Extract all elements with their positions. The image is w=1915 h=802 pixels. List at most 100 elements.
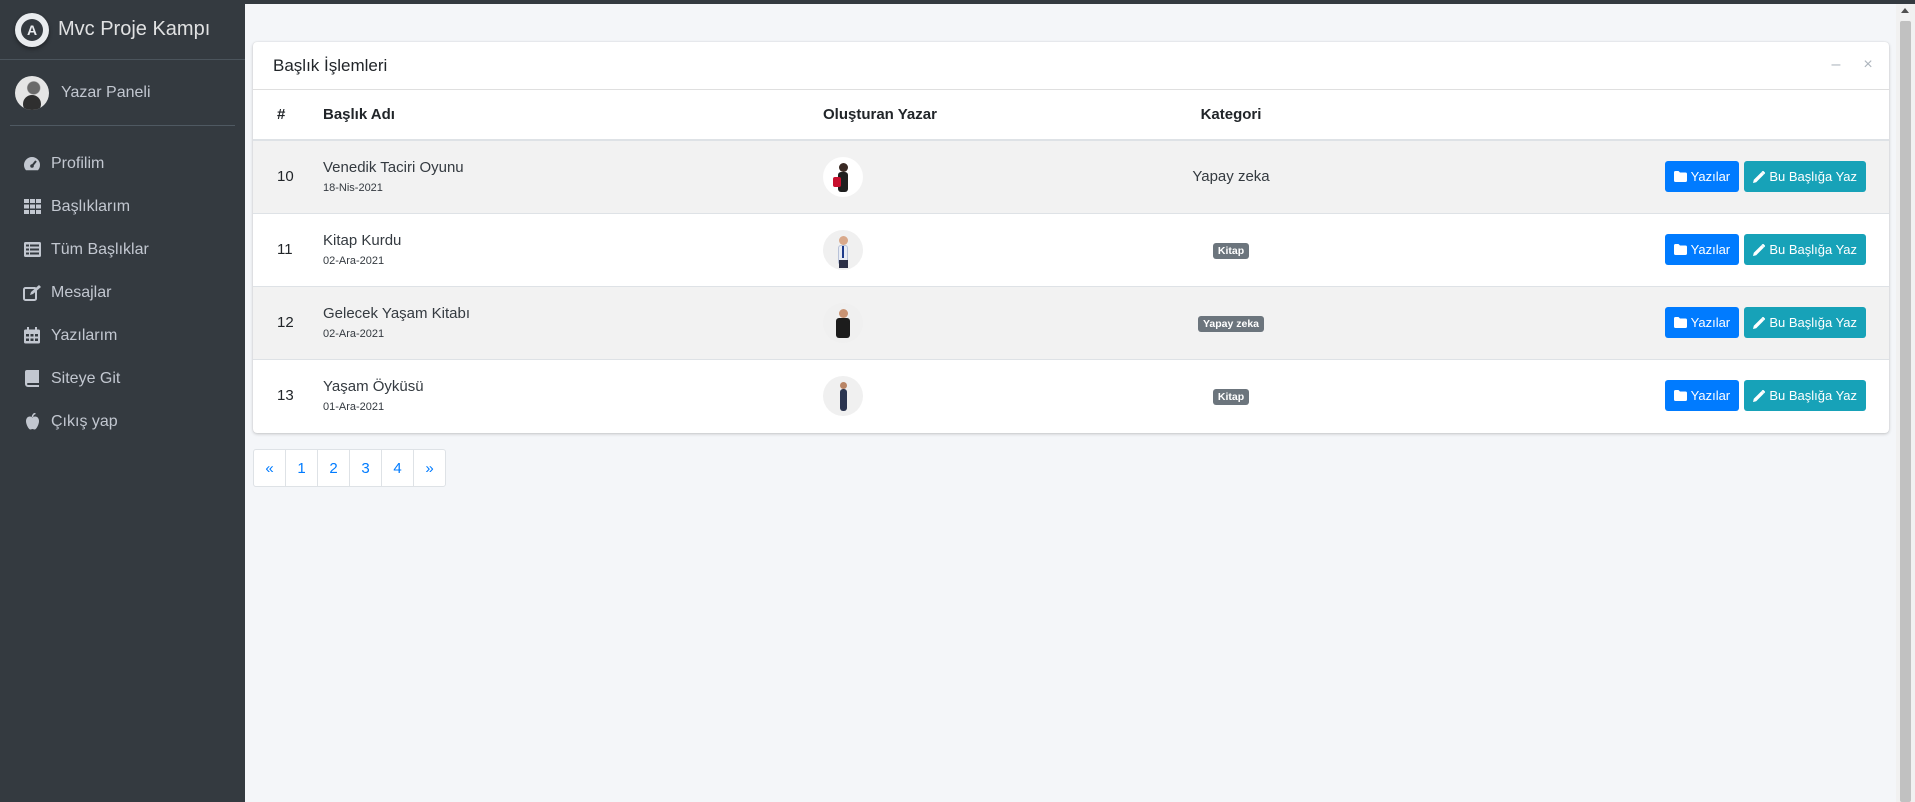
folder-icon <box>1673 244 1687 255</box>
edit-icon <box>22 284 42 302</box>
sidebar-item-profilim[interactable]: Profilim <box>8 142 237 185</box>
brand-logo-icon: A <box>15 12 49 47</box>
table-row: 12 Gelecek Yaşam Kitabı 02-Ara-2021 Yapa… <box>253 285 1889 359</box>
posts-button-label: Yazılar <box>1690 315 1731 330</box>
user-panel[interactable]: Yazar Paneli <box>10 60 235 126</box>
heading-title: Gelecek Yaşam Kitabı <box>323 305 471 322</box>
category-badge: Kitap <box>1212 242 1250 259</box>
heading-date: 02-Ara-2021 <box>323 255 385 267</box>
author-avatar <box>823 229 863 270</box>
pagination-prev[interactable]: « <box>253 449 286 487</box>
pagination-page-4[interactable]: 4 <box>381 449 414 487</box>
row-id: 12 <box>253 285 311 359</box>
pagination-page-2[interactable]: 2 <box>317 449 350 487</box>
top-border <box>0 0 1915 4</box>
heading-date: 18-Nis-2021 <box>323 182 383 195</box>
user-name: Yazar Paneli <box>61 83 151 101</box>
posts-button-label: Yazılar <box>1690 388 1731 404</box>
pagination: « 1 2 3 4 » <box>253 449 446 487</box>
pencil-icon <box>1753 243 1766 256</box>
write-button-label: Bu Başlığa Yaz <box>1769 169 1857 185</box>
posts-button[interactable]: Yazılar <box>1664 380 1740 412</box>
write-button-label: Bu Başlığa Yaz <box>1769 388 1857 404</box>
write-to-heading-button[interactable]: Bu Başlığa Yaz <box>1744 161 1866 193</box>
sidebar-item-label: Başlıklarım <box>51 197 131 215</box>
card-title: Başlık İşlemleri <box>273 55 388 75</box>
pencil-icon <box>1753 170 1766 183</box>
tachometer-icon <box>22 155 42 173</box>
posts-button-label: Yazılar <box>1690 169 1731 185</box>
user-avatar <box>15 75 49 110</box>
brand-link[interactable]: A Mvc Proje Kampı <box>0 0 245 60</box>
column-header-title: Başlık Adı <box>311 90 811 141</box>
column-header-author: Oluşturan Yazar <box>811 90 1091 141</box>
sidebar: A Mvc Proje Kampı Yazar Paneli Profilim … <box>0 0 245 802</box>
heading-title: Yaşam Öyküsü <box>323 378 424 396</box>
headings-card: Başlık İşlemleri – × # Başlık Adı Oluştu… <box>253 42 1889 433</box>
headings-table: # Başlık Adı Oluşturan Yazar Kategori 10… <box>253 90 1889 432</box>
table-header-row: # Başlık Adı Oluşturan Yazar Kategori <box>253 90 1889 141</box>
pencil-icon <box>1753 316 1766 329</box>
card-header: Başlık İşlemleri – × <box>253 42 1889 90</box>
close-button[interactable]: × <box>1859 56 1877 74</box>
row-id: 10 <box>253 139 311 213</box>
collapse-button[interactable]: – <box>1827 56 1845 74</box>
folder-icon <box>1673 390 1687 402</box>
heading-title: Venedik Taciri Oyunu <box>323 159 464 177</box>
heading-date: 01-Ara-2021 <box>323 401 385 414</box>
scrollbar-thumb[interactable] <box>1900 21 1911 802</box>
list-icon <box>22 241 42 259</box>
book-icon <box>22 370 42 388</box>
posts-button[interactable]: Yazılar <box>1664 161 1740 193</box>
pencil-icon <box>1753 389 1766 402</box>
column-header-category: Kategori <box>1091 90 1371 141</box>
posts-button[interactable]: Yazılar <box>1664 234 1740 265</box>
heading-date: 02-Ara-2021 <box>323 328 385 340</box>
author-avatar <box>823 375 863 416</box>
table-row: 10 Venedik Taciri Oyunu 18-Nis-2021 Yapa… <box>253 139 1889 213</box>
heading-title: Kitap Kurdu <box>323 232 402 249</box>
sidebar-item-siteye-git[interactable]: Siteye Git <box>8 357 237 400</box>
sidebar-item-mesajlar[interactable]: Mesajlar <box>8 271 237 314</box>
folder-icon <box>1673 171 1687 183</box>
scroll-up-arrow-icon[interactable] <box>1901 8 1909 13</box>
sidebar-item-label: Tüm Başlıklar <box>51 240 149 258</box>
author-avatar <box>823 156 863 197</box>
write-button-label: Bu Başlığa Yaz <box>1769 242 1857 257</box>
sidebar-item-yazilarim[interactable]: Yazılarım <box>8 314 237 357</box>
sidebar-item-cikis-yap[interactable]: Çıkış yap <box>8 400 237 443</box>
write-to-heading-button[interactable]: Bu Başlığa Yaz <box>1744 234 1866 265</box>
pagination-page-1[interactable]: 1 <box>285 449 318 487</box>
row-id: 13 <box>253 358 311 432</box>
write-to-heading-button[interactable]: Bu Başlığa Yaz <box>1744 307 1866 338</box>
folder-icon <box>1673 317 1687 328</box>
posts-button-label: Yazılar <box>1690 242 1731 257</box>
sidebar-item-label: Profilim <box>51 154 105 172</box>
apple-icon <box>22 413 42 431</box>
category-badge: Yapay zeka <box>1197 315 1265 332</box>
sidebar-item-basliklarim[interactable]: Başlıklarım <box>8 185 237 228</box>
card-tools: – × <box>1827 56 1877 74</box>
sidebar-item-label: Yazılarım <box>51 326 118 344</box>
grid-icon <box>22 198 42 216</box>
write-to-heading-button[interactable]: Bu Başlığa Yaz <box>1744 380 1866 412</box>
author-avatar <box>823 302 863 343</box>
category-badge: Kitap <box>1212 388 1250 405</box>
brand-title: Mvc Proje Kampı <box>58 18 211 40</box>
calendar-icon <box>22 327 42 345</box>
table-row: 13 Yaşam Öyküsü 01-Ara-2021 Kitap Yazıla… <box>253 358 1889 432</box>
column-header-num: # <box>253 90 311 141</box>
sidebar-item-tum-basliklar[interactable]: Tüm Başlıklar <box>8 228 237 271</box>
write-button-label: Bu Başlığa Yaz <box>1769 315 1857 330</box>
posts-button[interactable]: Yazılar <box>1664 307 1740 338</box>
category-text: Yapay zeka <box>1192 168 1270 186</box>
pagination-page-3[interactable]: 3 <box>349 449 382 487</box>
table-row: 11 Kitap Kurdu 02-Ara-2021 Kitap Yazılar… <box>253 212 1889 286</box>
vertical-scrollbar[interactable] <box>1896 4 1915 802</box>
row-id: 11 <box>253 212 311 286</box>
column-header-actions <box>1371 90 1889 141</box>
sidebar-item-label: Siteye Git <box>51 369 121 387</box>
pagination-next[interactable]: » <box>413 449 446 487</box>
sidebar-item-label: Mesajlar <box>51 283 112 301</box>
sidebar-item-label: Çıkış yap <box>51 412 118 430</box>
